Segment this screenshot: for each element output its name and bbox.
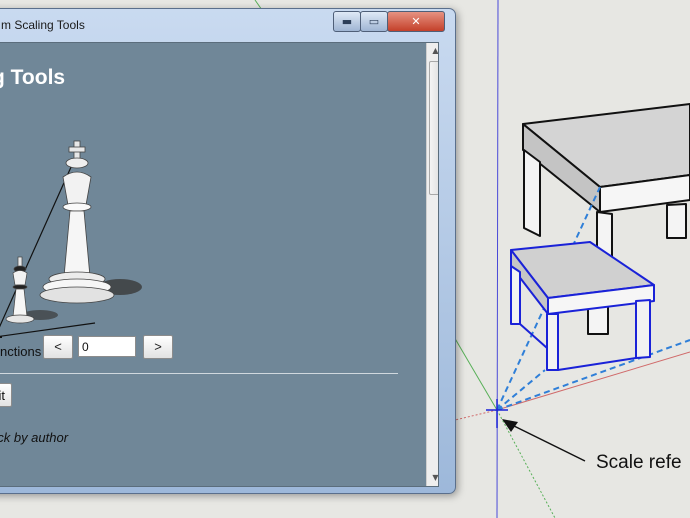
close-icon: ✕ — [411, 15, 421, 28]
function-index-input[interactable] — [78, 336, 136, 357]
dialog-titlebar[interactable]: m Scaling Tools ▬ ▭ ✕ — [0, 9, 455, 37]
page-heading: g Tools — [0, 66, 66, 89]
next-button[interactable]: > — [143, 335, 173, 359]
chess-pieces-illustration — [0, 140, 142, 338]
feedback-text: ack by author — [0, 430, 69, 445]
green-axis-dotted — [496, 409, 556, 518]
small-table-selected — [510, 241, 655, 371]
annotation-label: Scale refe — [596, 452, 682, 473]
green-axis — [449, 329, 498, 411]
exit-button[interactable]: xit — [0, 383, 12, 407]
minimize-button[interactable]: ▬ — [333, 11, 361, 32]
dialog-content: g Tools — [0, 42, 439, 487]
functions-label: nctions — [0, 344, 42, 359]
dialog-title: m Scaling Tools — [1, 18, 85, 32]
scroll-thumb[interactable] — [429, 61, 438, 195]
maximize-button[interactable]: ▭ — [360, 11, 388, 32]
blue-axis — [496, 0, 499, 518]
scroll-up-icon[interactable]: ▲ — [427, 43, 438, 59]
scroll-down-icon[interactable]: ▼ — [427, 470, 438, 486]
annotation-arrow — [502, 419, 586, 462]
previous-button[interactable]: < — [43, 335, 73, 359]
scaling-tools-dialog: m Scaling Tools ▬ ▭ ✕ g Tools — [0, 8, 456, 494]
vertical-scrollbar[interactable]: ▲ ▼ — [426, 43, 438, 486]
red-axis — [496, 351, 690, 411]
minimize-icon: ▬ — [341, 15, 353, 28]
divider — [0, 373, 398, 374]
maximize-icon: ▭ — [368, 15, 380, 28]
close-button[interactable]: ✕ — [387, 11, 445, 32]
